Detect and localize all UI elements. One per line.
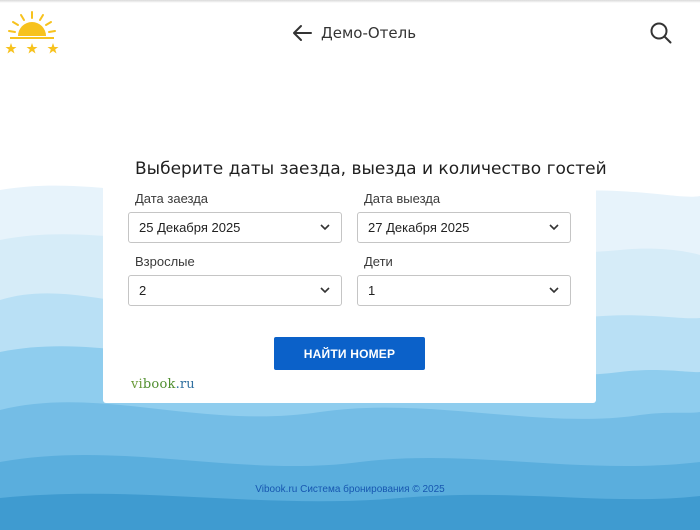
arrow-left-icon[interactable]: [291, 24, 313, 42]
sun-three-stars-logo[interactable]: [2, 8, 62, 56]
booking-card: Выберите даты заезда, выезда и количеств…: [103, 148, 607, 403]
children-value: 1: [368, 283, 376, 298]
header: Демо-Отель: [0, 0, 700, 66]
vibook-logo-book: book: [142, 377, 176, 392]
checkout-date-value: 27 Декабря 2025: [368, 220, 470, 235]
chevron-down-icon: [549, 287, 559, 294]
footer-copyright[interactable]: Vibook.ru Система бронирования © 2025: [0, 484, 700, 495]
adults-value: 2: [139, 283, 147, 298]
children-label: Дети: [364, 254, 393, 269]
vibook-logo-vi: vi: [131, 377, 143, 392]
vibook-logo[interactable]: vibook.ru: [131, 377, 195, 392]
adults-label: Взрослые: [135, 254, 195, 269]
back-link[interactable]: Демо-Отель: [291, 21, 416, 45]
adults-select[interactable]: 2: [128, 275, 342, 306]
booking-title: Выберите даты заезда, выезда и количеств…: [135, 159, 607, 179]
chevron-down-icon: [549, 224, 559, 231]
chevron-down-icon: [320, 224, 330, 231]
search-icon[interactable]: [649, 21, 673, 45]
find-room-button[interactable]: НАЙТИ НОМЕР: [274, 337, 425, 370]
checkin-date-select[interactable]: 25 Декабря 2025: [128, 212, 342, 243]
children-select[interactable]: 1: [357, 275, 571, 306]
checkin-date-value: 25 Декабря 2025: [139, 220, 241, 235]
checkout-label: Дата выезда: [364, 191, 441, 206]
chevron-down-icon: [320, 287, 330, 294]
checkin-label: Дата заезда: [135, 191, 209, 206]
vibook-logo-ru: .ru: [175, 377, 195, 392]
checkout-date-select[interactable]: 27 Декабря 2025: [357, 212, 571, 243]
hotel-name[interactable]: Демо-Отель: [321, 24, 416, 42]
